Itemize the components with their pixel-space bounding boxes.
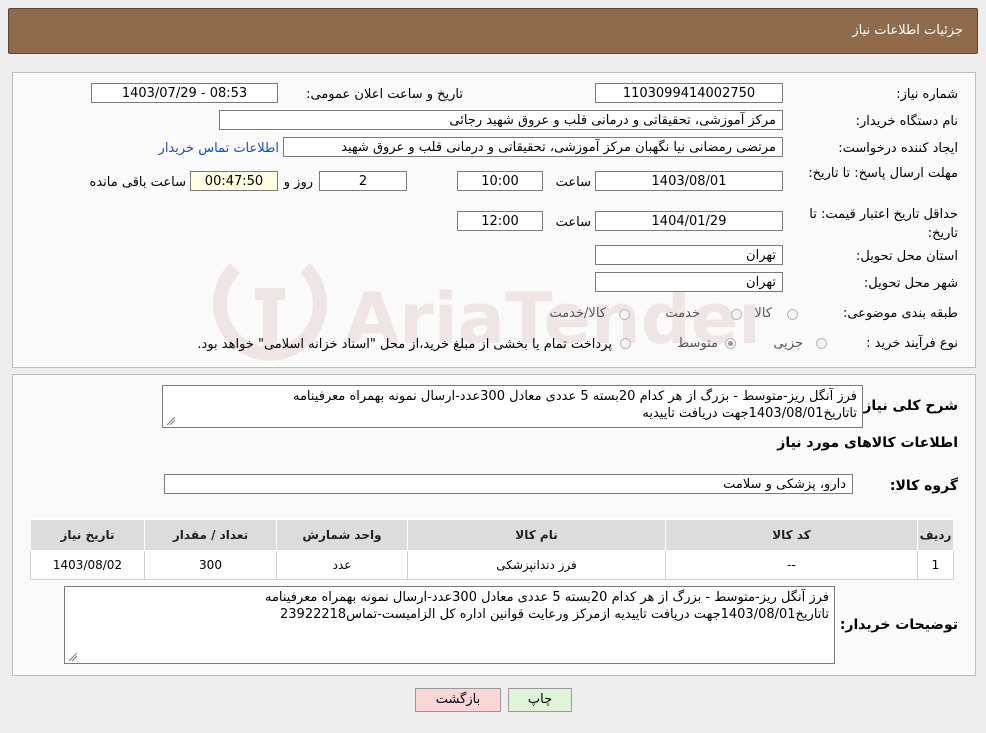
col-name: نام کالا bbox=[407, 519, 666, 551]
page-title: جزئیات اطلاعات نیاز bbox=[852, 23, 963, 38]
cell-quantity: 300 bbox=[144, 550, 277, 580]
category-radio-goods-service[interactable] bbox=[619, 309, 630, 320]
buyer-org-field: مرکز آموزشی، تحقیقاتی و درمانی قلب و عرو… bbox=[219, 110, 783, 130]
goods-group-label: گروه کالا: bbox=[889, 478, 958, 494]
col-code: کد کالا bbox=[665, 519, 918, 551]
cell-need-date: 1403/08/02 bbox=[30, 550, 145, 580]
category-option-goods: کالا bbox=[754, 306, 772, 321]
buyer-notes-line-2: تاتاریخ1403/08/01جهت دریافت تاییدیه ازمر… bbox=[280, 607, 829, 622]
time-remaining-field: 00:47:50 bbox=[190, 171, 278, 191]
cell-name: فرز دندانپزشکی bbox=[407, 550, 666, 580]
cell-unit: عدد bbox=[276, 550, 408, 580]
announce-date-field: 1403/07/29 - 08:53 bbox=[91, 83, 278, 103]
resize-grip-icon[interactable] bbox=[69, 653, 77, 661]
time-remaining-label: ساعت باقی مانده bbox=[89, 175, 186, 190]
need-number-label: شماره نیاز: bbox=[896, 87, 958, 102]
purchase-option-medium: متوسط bbox=[677, 336, 718, 351]
summary-line-1: فرز آنگل ریز-متوسط - بزرگ از هر کدام 20ب… bbox=[292, 389, 857, 404]
items-heading: اطلاعات کالاهای مورد نیاز bbox=[777, 435, 958, 451]
deadline-date-field: 1403/08/01 bbox=[595, 171, 783, 191]
purchase-type-label: نوع فرآیند خرید : bbox=[866, 336, 958, 351]
creator-field: مرتضی رمضانی نیا نگهبان مرکز آموزشی، تحق… bbox=[283, 137, 783, 157]
treasury-checkbox[interactable] bbox=[620, 338, 631, 349]
back-button[interactable]: بازگشت bbox=[415, 688, 501, 712]
deadline-label: مهلت ارسال پاسخ: تا تاریخ: bbox=[808, 166, 958, 181]
summary-textarea[interactable]: فرز آنگل ریز-متوسط - بزرگ از هر کدام 20ب… bbox=[162, 385, 863, 428]
days-label: روز و bbox=[283, 175, 313, 190]
cell-code: -- bbox=[665, 550, 918, 580]
col-need-date: تاریخ نیاز bbox=[30, 519, 145, 551]
province-field: تهران bbox=[595, 245, 783, 265]
purchase-radio-medium[interactable] bbox=[725, 338, 736, 349]
price-validity-label: حداقل تاریخ اعتبار قیمت: تا تاریخ: bbox=[809, 207, 958, 241]
items-table-header: ردیف کد کالا نام کالا واحد شمارش تعداد /… bbox=[30, 519, 954, 551]
summary-label: شرح کلی نیاز: bbox=[857, 398, 958, 414]
treasury-note: پرداخت تمام یا بخشی از مبلغ خرید،از محل … bbox=[197, 337, 612, 352]
purchase-option-minor: جزیی bbox=[773, 336, 803, 351]
deadline-time-field: 10:00 bbox=[457, 171, 543, 191]
buyer-notes-textarea[interactable]: فرز آنگل ریز-متوسط - بزرگ از هر کدام 20ب… bbox=[64, 586, 835, 664]
summary-line-2: تاتاریخ1403/08/01جهت دریافت تاییدیه bbox=[642, 406, 857, 421]
col-unit: واحد شمارش bbox=[276, 519, 408, 551]
creator-label: ایجاد کننده درخواست: bbox=[838, 141, 958, 156]
buyer-notes-label: توضیحات خریدار: bbox=[839, 617, 958, 633]
category-label: طبقه بندی موضوعی: bbox=[842, 306, 958, 321]
col-quantity: تعداد / مقدار bbox=[144, 519, 277, 551]
deadline-time-label: ساعت bbox=[555, 175, 591, 190]
purchase-radio-minor[interactable] bbox=[816, 338, 827, 349]
items-table-wrap: ردیف کد کالا نام کالا واحد شمارش تعداد /… bbox=[30, 519, 954, 580]
col-row: ردیف bbox=[917, 519, 954, 551]
category-option-service: خدمت bbox=[665, 306, 700, 321]
city-field: تهران bbox=[595, 272, 783, 292]
items-table: ردیف کد کالا نام کالا واحد شمارش تعداد /… bbox=[30, 519, 954, 580]
price-validity-date-field: 1404/01/29 bbox=[595, 211, 783, 231]
cell-row: 1 bbox=[917, 550, 954, 580]
resize-grip-icon[interactable] bbox=[167, 417, 175, 425]
page-title-bar: جزئیات اطلاعات نیاز bbox=[8, 8, 978, 54]
city-label: شهر محل تحویل: bbox=[863, 276, 958, 291]
announce-date-label: تاریخ و ساعت اعلان عمومی: bbox=[306, 87, 463, 102]
category-radio-service[interactable] bbox=[731, 309, 742, 320]
price-validity-time-field: 12:00 bbox=[457, 211, 543, 231]
need-number-field: 1103099414002750 bbox=[595, 83, 783, 103]
table-row: 1 -- فرز دندانپزشکی عدد 300 1403/08/02 bbox=[30, 550, 954, 580]
price-validity-time-label: ساعت bbox=[555, 215, 591, 230]
buyer-org-label: نام دستگاه خریدار: bbox=[855, 114, 958, 129]
print-button[interactable]: چاپ bbox=[508, 688, 572, 712]
goods-group-field: دارو، پزشکی و سلامت bbox=[164, 474, 853, 494]
category-option-goods-service: کالا/خدمت bbox=[549, 306, 606, 321]
province-label: استان محل تحویل: bbox=[856, 249, 958, 264]
buyer-contact-link[interactable]: اطلاعات تماس خریدار bbox=[159, 141, 279, 156]
days-remaining-field: 2 bbox=[319, 171, 407, 191]
category-radio-goods[interactable] bbox=[787, 309, 798, 320]
buyer-notes-line-1: فرز آنگل ریز-متوسط - بزرگ از هر کدام 20ب… bbox=[264, 590, 829, 605]
